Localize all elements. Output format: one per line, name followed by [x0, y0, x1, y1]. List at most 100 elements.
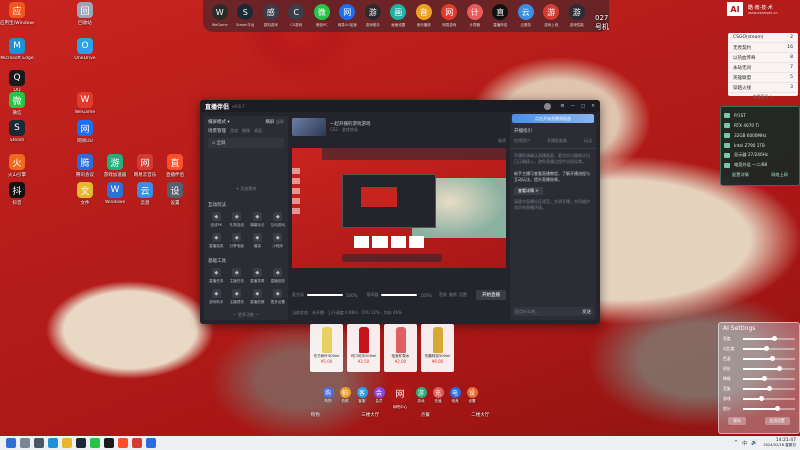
- steam-icon[interactable]: [76, 438, 86, 448]
- guide-tab-play[interactable]: 玩法: [584, 138, 592, 144]
- desktop-icon[interactable]: 火火山引擎: [0, 154, 34, 178]
- preview-tool-button[interactable]: 音效: [439, 292, 447, 298]
- dock-app[interactable]: W WeGame: [207, 0, 233, 27]
- broadcast-icon[interactable]: [118, 438, 128, 448]
- scene-item[interactable]: ▫ 全屏: [208, 138, 284, 148]
- close-icon[interactable]: ✕: [591, 104, 595, 109]
- desktop-icon[interactable]: 抖抖音: [0, 182, 34, 206]
- ai-setting-slider[interactable]: [743, 366, 795, 371]
- system-panel-button[interactable]: 网络上网: [771, 172, 788, 178]
- desktop-icon[interactable]: W Windows: [98, 182, 132, 205]
- product-card[interactable]: 东鹏特饮500ml ¥6.00: [421, 324, 454, 372]
- mic-slider[interactable]: [307, 294, 343, 296]
- desktop-icon[interactable]: 应应用宝(Windows版): [0, 2, 34, 26]
- desktop-icon[interactable]: 直直播伴侣: [158, 154, 192, 178]
- dock-app[interactable]: 网网易游戏: [437, 0, 463, 28]
- bottom-tag[interactable]: 点餐: [421, 412, 430, 418]
- mode-select[interactable]: 横屏模式 ▾: [208, 119, 230, 125]
- bottom-dock-item[interactable]: 设设置: [465, 382, 479, 404]
- tool-button[interactable]: ◆ 直播抽奖: [206, 233, 227, 254]
- ai-setting-slider[interactable]: [743, 376, 795, 381]
- speaker-slider[interactable]: [381, 294, 418, 296]
- dock-app[interactable]: S Steam平台: [233, 0, 259, 28]
- bottom-tag[interactable]: 购物: [311, 412, 320, 418]
- ranking-row[interactable]: 永劫无间 7: [728, 63, 798, 73]
- ai-slider-knob[interactable]: [764, 346, 770, 351]
- bottom-dock-item[interactable]: 游游戏: [414, 382, 428, 404]
- scene-tab-camera[interactable]: 摄像: [242, 128, 250, 134]
- desktop-icon[interactable]: 网网易云音乐: [128, 154, 162, 178]
- bottom-dock-item[interactable]: 会会员: [372, 382, 386, 404]
- tool-button[interactable]: ◆ 连线PK: [206, 212, 227, 233]
- preview-tool-button[interactable]: 设置: [459, 292, 467, 298]
- desktop-icon[interactable]: 云云盘: [128, 182, 162, 206]
- ranking-row[interactable]: 英雄联盟 5: [728, 73, 798, 83]
- tray-icon[interactable]: ^: [734, 440, 738, 447]
- tool-button[interactable]: ◆ 分享电脑: [227, 233, 248, 254]
- ai-slider-knob[interactable]: [767, 386, 772, 391]
- bottom-tag[interactable]: 三楼大厅: [361, 412, 379, 418]
- avatar[interactable]: [544, 102, 552, 110]
- chat-input[interactable]: 说点什么吧…: [515, 309, 539, 315]
- start-broadcast-button[interactable]: 开始直播: [476, 290, 506, 300]
- dock-app[interactable]: 云云服务: [513, 0, 539, 28]
- dock-app[interactable]: C CS游戏: [284, 0, 310, 28]
- tool-button[interactable]: ◆ 福袋: [247, 233, 268, 254]
- desktop-icon[interactable]: 微微信: [0, 92, 34, 116]
- tool-button[interactable]: ◆ 礼物连线: [227, 212, 248, 233]
- ai-settings-button[interactable]: 应用设置: [764, 417, 790, 425]
- more-link[interactable]: 查看更多 >: [728, 93, 798, 100]
- ai-slider-knob[interactable]: [761, 376, 767, 381]
- desktop-icon[interactable]: Q QQ: [0, 70, 34, 93]
- desktop-icon[interactable]: 回回收站: [68, 2, 102, 26]
- tool-button[interactable]: ◆ 主播任务: [227, 268, 248, 289]
- ai-slider-knob[interactable]: [777, 366, 783, 371]
- desktop-icon[interactable]: O OneDrive: [68, 38, 102, 61]
- bottom-dock-item[interactable]: 拍拍照: [338, 382, 352, 404]
- store-icon[interactable]: [146, 438, 156, 448]
- ranking-row[interactable]: 以热血传奇 8: [728, 53, 798, 63]
- dock-app[interactable]: 计计算器: [462, 0, 488, 28]
- dock-app[interactable]: 音音乐播放: [411, 0, 437, 28]
- taskview-icon[interactable]: [34, 438, 44, 448]
- bottom-dock-item[interactable]: 网网吧中心: [389, 382, 411, 410]
- send-button[interactable]: 发送: [582, 309, 591, 315]
- stream-cover[interactable]: [292, 118, 326, 136]
- desktop-icon[interactable]: W WeGame: [68, 92, 102, 115]
- bottom-dock-item[interactable]: 电电竞: [448, 382, 462, 404]
- dock-app[interactable]: 游游戏助手: [360, 0, 386, 28]
- tray-icon[interactable]: 🔊: [751, 440, 757, 447]
- ai-slider-knob[interactable]: [774, 406, 780, 411]
- desktop-icon[interactable]: S Steam: [0, 120, 34, 143]
- tool-button[interactable]: ◆ 直播任务: [206, 268, 227, 289]
- tool-button[interactable]: ◆ 弹幕玩法: [247, 212, 268, 233]
- tool-button[interactable]: ◆ 更多设置: [268, 289, 289, 310]
- ranking-row[interactable]: CSGO(steam) 2: [728, 33, 798, 43]
- ranking-row[interactable]: 穿越火线 3: [728, 83, 798, 93]
- guide-tab-prep[interactable]: 开播前准备: [547, 138, 567, 144]
- music-icon[interactable]: [132, 438, 142, 448]
- ai-setting-slider[interactable]: [743, 336, 795, 341]
- ranking-row[interactable]: 无畏契约 16: [728, 43, 798, 53]
- wechat-icon[interactable]: [90, 438, 100, 448]
- more-tools-link[interactable]: — 更多功能 —: [204, 312, 288, 318]
- ai-setting-slider[interactable]: [743, 406, 795, 411]
- tab-portrait[interactable]: 竖屏: [276, 119, 284, 124]
- bottom-tag[interactable]: 二楼大厅: [471, 412, 489, 418]
- ai-setting-slider[interactable]: [743, 396, 795, 401]
- desktop-icon[interactable]: 游游戏加速器: [98, 154, 132, 178]
- ai-setting-slider[interactable]: [743, 356, 795, 361]
- tab-landscape[interactable]: 横屏: [265, 120, 274, 125]
- dock-app[interactable]: 游游戏性能: [564, 0, 590, 28]
- guide-tab-users[interactable]: 在线用户: [514, 138, 530, 144]
- dock-app[interactable]: 网网易UU加速: [335, 0, 361, 28]
- guide-link[interactable]: 查看详情 >: [514, 187, 543, 195]
- tool-button[interactable]: ◆ 小程序: [268, 233, 289, 254]
- qq-icon[interactable]: [104, 438, 114, 448]
- dock-app[interactable]: 直直播伴侣: [488, 0, 514, 28]
- tool-button[interactable]: ◆ 直播录屏: [247, 268, 268, 289]
- scene-tab-game[interactable]: 游戏: [230, 128, 238, 134]
- desktop-icon[interactable]: 腾腾讯会议: [68, 154, 102, 178]
- desktop-icon[interactable]: 设设置: [158, 182, 192, 206]
- dock-app[interactable]: 感感知游戏: [258, 0, 284, 28]
